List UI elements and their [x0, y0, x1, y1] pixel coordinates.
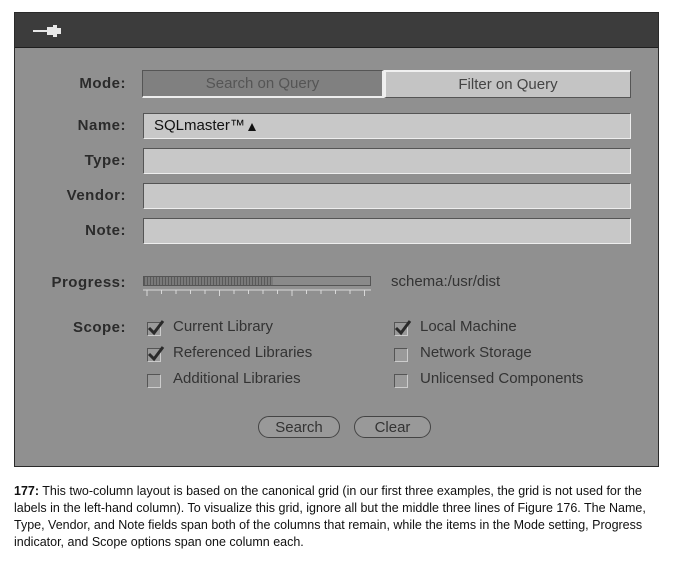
search-button[interactable]: Search [258, 416, 340, 438]
referenced-libraries-checkbox[interactable] [147, 346, 165, 362]
unlicensed-components-checkbox[interactable] [394, 374, 408, 388]
search-on-query-button[interactable]: Search on Query [142, 70, 384, 98]
network-storage-checkbox[interactable] [394, 348, 408, 362]
referenced-libraries-label: Referenced Libraries [173, 344, 313, 361]
unlicensed-components-label: Unlicensed Components [420, 370, 584, 387]
name-field[interactable]: SQLmaster™ [143, 113, 631, 139]
filter-on-query-button[interactable]: Filter on Query [384, 70, 631, 98]
additional-libraries-checkbox[interactable] [147, 374, 161, 388]
figure-caption-text: This two-column layout is based on the c… [14, 484, 646, 549]
figure-caption: 177: This two-column layout is based on … [14, 483, 662, 551]
additional-libraries-label: Additional Libraries [173, 370, 301, 387]
checkmark-icon [394, 320, 412, 336]
mode-label: Mode: [79, 75, 126, 92]
current-library-checkbox[interactable] [147, 320, 165, 336]
name-field-value: SQLmaster™ [154, 117, 245, 134]
figure-number: 177: [14, 484, 40, 498]
note-field[interactable] [143, 218, 631, 244]
vendor-label: Vendor: [66, 187, 126, 204]
type-label: Type: [84, 152, 126, 169]
progress-status-path: schema:/usr/dist [391, 273, 501, 290]
local-machine-label: Local Machine [420, 318, 517, 335]
checkmark-icon [147, 320, 165, 336]
network-storage-label: Network Storage [420, 344, 532, 361]
search-dialog-window: Mode: Name: Type: Vendor: Note: Progress… [14, 12, 659, 467]
name-label: Name: [77, 117, 126, 134]
progress-bar-fill [144, 277, 273, 285]
text-cursor-icon [248, 123, 257, 131]
local-machine-checkbox[interactable] [394, 320, 412, 336]
type-field[interactable] [143, 148, 631, 174]
checkmark-icon [147, 346, 165, 362]
title-bar [15, 13, 658, 48]
pushpin-icon[interactable] [33, 25, 63, 37]
note-label: Note: [85, 222, 126, 239]
scope-label: Scope: [72, 319, 126, 336]
progress-ticks [143, 289, 371, 296]
vendor-field[interactable] [143, 183, 631, 209]
clear-button[interactable]: Clear [354, 416, 431, 438]
progress-label: Progress: [51, 274, 126, 291]
progress-bar [143, 276, 371, 286]
current-library-label: Current Library [173, 318, 274, 335]
